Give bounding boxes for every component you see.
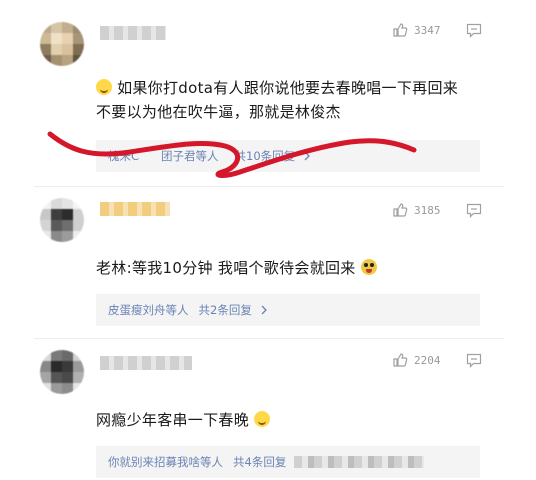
reply-summary[interactable]: 皮蛋瘦刘舟等人 共2条回复 (96, 294, 480, 326)
chevron-right-icon[interactable] (303, 151, 311, 161)
username-blurred[interactable] (100, 356, 192, 370)
comment-body: 如果你打dota有人跟你说他要去春晚唱一下再回来 不要以为他在吹牛逼，那就是林俊… (96, 79, 459, 121)
like-control[interactable]: 2204 (392, 352, 441, 368)
comment-icon[interactable] (466, 203, 482, 218)
like-control[interactable]: 3347 (392, 22, 441, 38)
blurred-content (294, 456, 425, 468)
reply-summary[interactable]: 你就别来招募我啥等人 共4条回复 (96, 446, 480, 478)
like-count: 3347 (414, 23, 441, 37)
comment-icon[interactable] (466, 23, 482, 38)
crazy-face-emoji (360, 259, 377, 275)
comment-body: 老林:等我10分钟 我唱个歌待会就回来 (96, 256, 377, 280)
like-control[interactable]: 3185 (392, 202, 441, 218)
username-blurred[interactable] (100, 26, 166, 40)
thumbs-up-icon[interactable] (392, 202, 408, 218)
avatar[interactable] (40, 22, 84, 66)
username-blurred[interactable] (100, 202, 170, 216)
chevron-right-icon[interactable] (260, 305, 268, 315)
avatar[interactable] (40, 198, 84, 242)
like-count: 2204 (414, 353, 441, 367)
comment-icon[interactable] (466, 353, 482, 368)
smiling-face-emoji (96, 79, 112, 95)
thumbs-up-icon[interactable] (392, 352, 408, 368)
avatar[interactable] (40, 350, 84, 394)
divider (34, 186, 504, 187)
like-count: 3185 (414, 203, 441, 217)
comment-body: 网瘾少年客串一下春晚 (96, 408, 271, 432)
reply-summary[interactable]: 槐米C 团子君等人 共10条回复 (96, 140, 480, 172)
thumbs-up-icon[interactable] (392, 22, 408, 38)
smiling-face-emoji (254, 411, 271, 427)
divider (34, 338, 504, 339)
